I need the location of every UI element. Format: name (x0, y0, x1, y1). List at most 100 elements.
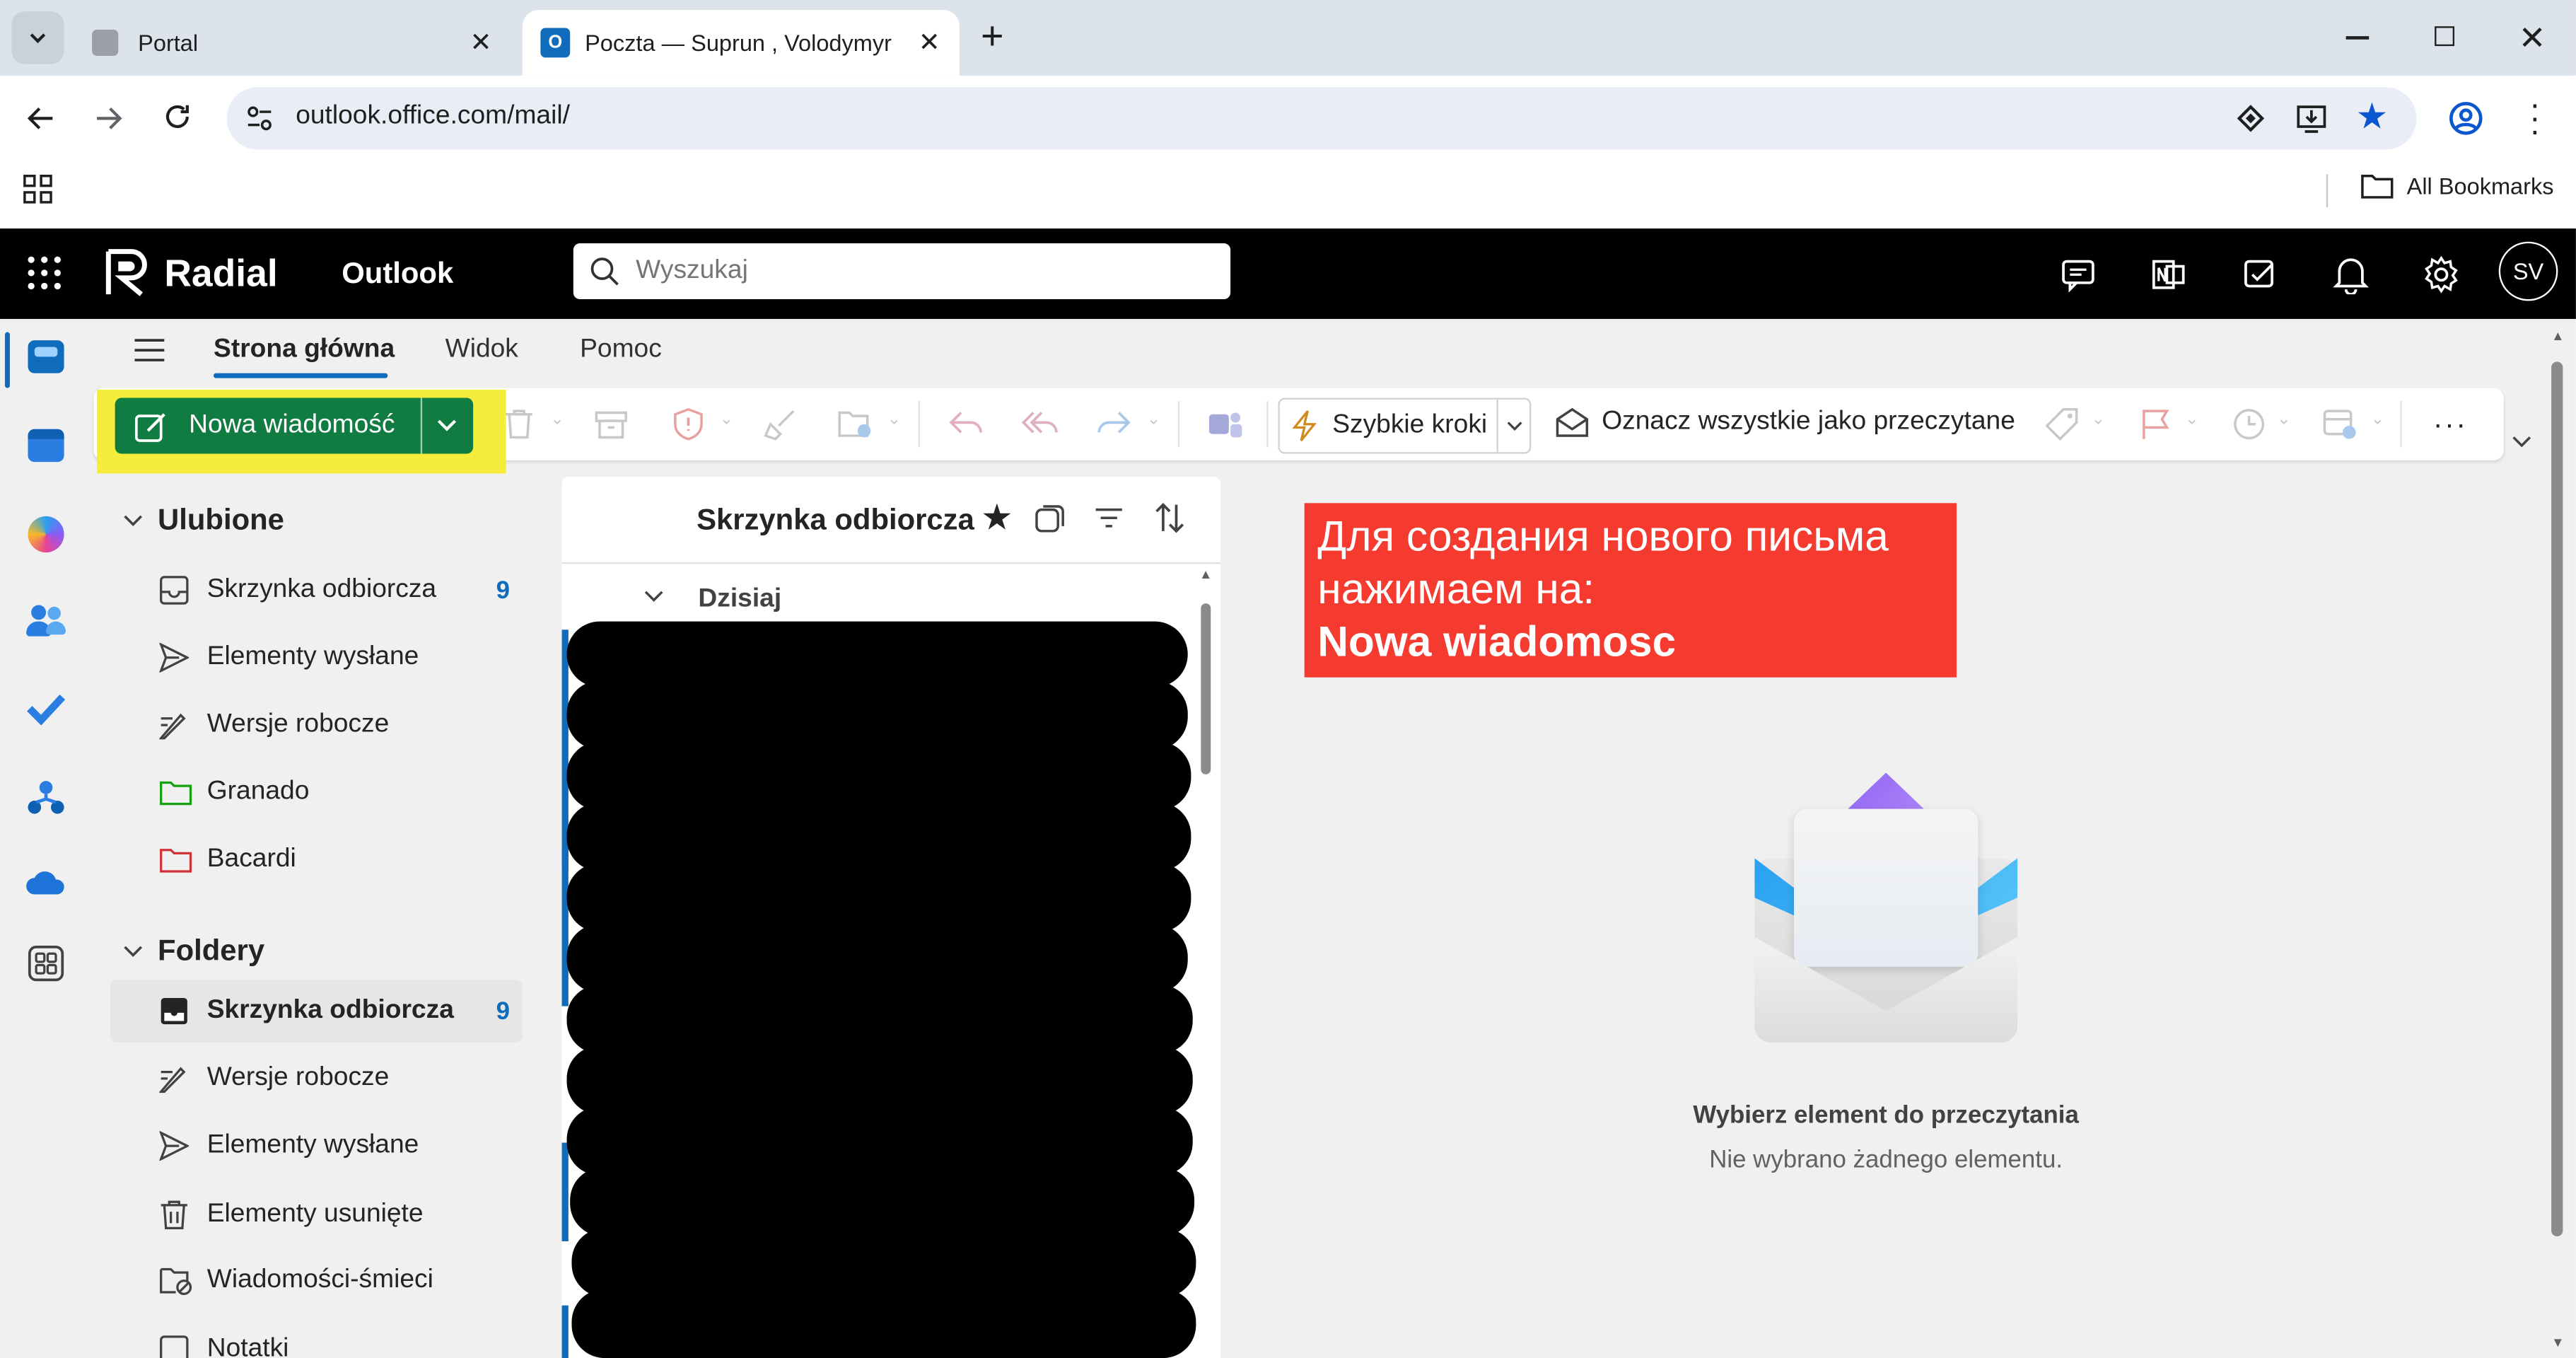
chevron-down-icon[interactable] (436, 417, 459, 434)
flag-icon[interactable] (2140, 407, 2170, 440)
page-scroll-down-arrow[interactable]: ▼ (2551, 1335, 2564, 1350)
hamburger-menu-icon[interactable] (133, 337, 165, 364)
folder-drafts[interactable]: Wersje robocze (159, 1064, 389, 1093)
message-item-redacted[interactable] (571, 1289, 1196, 1358)
site-info-icon[interactable] (246, 105, 272, 132)
tab-outlook[interactable]: O Poczta — Suprun , Volodymyr – ✕ (522, 9, 960, 76)
message-list-scrollbar[interactable] (1201, 603, 1211, 774)
favorite-star-icon[interactable]: ★ (981, 497, 1013, 539)
archive-icon[interactable] (595, 407, 627, 440)
chevron-down-icon[interactable]: ⌄ (887, 411, 901, 429)
delete-icon[interactable] (504, 407, 534, 440)
chevron-down-icon[interactable]: ⌄ (2185, 411, 2198, 429)
chevron-down-icon[interactable]: ⌄ (1147, 411, 1160, 429)
search-box[interactable] (573, 243, 1231, 300)
message-item-redacted[interactable] (566, 1106, 1193, 1176)
folder-notes[interactable]: Notatki (159, 1335, 289, 1358)
avatar[interactable]: SV (2498, 241, 2558, 301)
profile-icon[interactable] (2448, 100, 2484, 137)
move-to-folder-icon[interactable] (838, 407, 874, 440)
folders-header[interactable]: Foldery (123, 934, 264, 968)
chevron-down-icon[interactable]: ⌄ (2371, 411, 2384, 429)
all-bookmarks-button[interactable]: All Bookmarks (2361, 173, 2553, 199)
favorite-bacardi[interactable]: Bacardi (159, 845, 296, 875)
apps-grid-icon[interactable] (23, 174, 53, 204)
chevron-down-icon[interactable]: ⌄ (550, 411, 564, 429)
teams-share-icon[interactable] (1208, 407, 1244, 440)
folder-junk[interactable]: Wiadomości-śmieci (159, 1266, 433, 1296)
onenote-icon[interactable] (2150, 257, 2186, 293)
bookmark-star-icon[interactable]: ★ (2356, 95, 2389, 138)
folder-inbox[interactable]: Skrzynka odbiorcza 9 (159, 997, 510, 1026)
folder-deleted[interactable]: Elementy usunięte (159, 1199, 424, 1231)
message-item-redacted[interactable] (566, 802, 1191, 871)
new-mail-button[interactable]: Nowa wiadomość (115, 397, 474, 454)
settings-gear-icon[interactable] (2422, 255, 2461, 294)
favorite-sent[interactable]: Elementy wysłane (159, 642, 419, 673)
tab-portal[interactable]: Portal ✕ (76, 10, 516, 76)
favorite-inbox[interactable]: Skrzynka odbiorcza 9 (159, 576, 510, 605)
reply-all-icon[interactable] (1020, 407, 1060, 437)
close-tab-icon[interactable]: ✕ (919, 26, 940, 59)
more-apps-icon[interactable] (28, 946, 64, 982)
copilot-icon[interactable] (28, 516, 64, 553)
expand-ribbon-chevron-icon[interactable] (2510, 434, 2534, 451)
extension-icon[interactable] (2236, 103, 2266, 133)
forward-arrow-icon[interactable] (93, 103, 123, 133)
message-item-redacted[interactable] (566, 863, 1191, 932)
more-options-icon[interactable]: ··· (2433, 407, 2468, 442)
chevron-down-icon[interactable] (1505, 419, 1525, 433)
favorite-drafts[interactable]: Wersje robocze (159, 710, 389, 740)
select-mode-icon[interactable] (1035, 505, 1065, 535)
people-app-icon[interactable] (26, 605, 66, 637)
message-item-redacted[interactable] (566, 1045, 1193, 1115)
chevron-down-icon[interactable] (644, 590, 664, 603)
forward-icon[interactable] (1096, 407, 1132, 437)
mail-app-icon[interactable] (28, 340, 64, 373)
app-launcher-icon[interactable] (28, 256, 61, 290)
chevron-down-icon[interactable]: ⌄ (2092, 411, 2105, 429)
reload-icon[interactable] (163, 102, 192, 132)
mark-all-read-button[interactable]: Oznacz wszystkie jako przeczytane (1556, 407, 2015, 437)
quick-steps-button[interactable]: Szybkie kroki (1278, 397, 1532, 454)
tag-icon[interactable] (2045, 407, 2078, 441)
reply-icon[interactable] (948, 407, 984, 437)
snooze-clock-icon[interactable] (2232, 407, 2265, 440)
browser-menu-icon[interactable]: · · · (2527, 89, 2543, 149)
todo-app-icon[interactable] (26, 692, 66, 726)
install-app-icon[interactable] (2295, 102, 2328, 134)
filter-icon[interactable] (1094, 506, 1124, 530)
app-name[interactable]: Outlook (342, 257, 453, 291)
calendar-app-icon[interactable] (28, 429, 64, 463)
close-window-button[interactable]: ✕ (2519, 18, 2546, 59)
scroll-up-arrow[interactable]: ▲ (1199, 567, 1212, 582)
message-item-redacted[interactable] (566, 741, 1191, 811)
rules-icon[interactable] (2323, 407, 2359, 440)
message-item-redacted[interactable] (566, 621, 1188, 687)
restore-button[interactable] (2435, 26, 2455, 47)
folder-sent[interactable]: Elementy wysłane (159, 1131, 419, 1161)
teams-chat-icon[interactable] (2060, 257, 2096, 293)
close-tab-icon[interactable]: ✕ (470, 26, 491, 59)
message-item-redacted[interactable] (566, 924, 1188, 993)
tab-help[interactable]: Pomoc (580, 335, 662, 365)
tab-search-button[interactable] (11, 11, 64, 64)
message-item-redacted[interactable] (571, 1228, 1196, 1298)
new-tab-button[interactable]: + (981, 15, 1004, 61)
search-input[interactable] (632, 251, 1214, 291)
message-item-redacted[interactable] (570, 1167, 1195, 1237)
onedrive-icon[interactable] (25, 868, 67, 898)
page-scroll-up-arrow[interactable]: ▲ (2551, 329, 2564, 344)
favorites-header[interactable]: Ulubione (123, 503, 284, 538)
report-shield-icon[interactable] (672, 407, 704, 441)
chevron-down-icon[interactable]: ⌄ (720, 411, 733, 429)
sort-arrows-icon[interactable] (1153, 501, 1186, 534)
tab-view[interactable]: Widok (445, 335, 518, 365)
message-item-redacted[interactable] (566, 680, 1188, 750)
tab-home[interactable]: Strona główna (214, 335, 395, 365)
org-explorer-icon[interactable] (26, 779, 66, 816)
sweep-brush-icon[interactable] (764, 407, 796, 441)
chevron-down-icon[interactable]: ⌄ (2277, 411, 2290, 429)
message-item-redacted[interactable] (566, 985, 1193, 1055)
minimize-button[interactable] (2345, 36, 2370, 39)
